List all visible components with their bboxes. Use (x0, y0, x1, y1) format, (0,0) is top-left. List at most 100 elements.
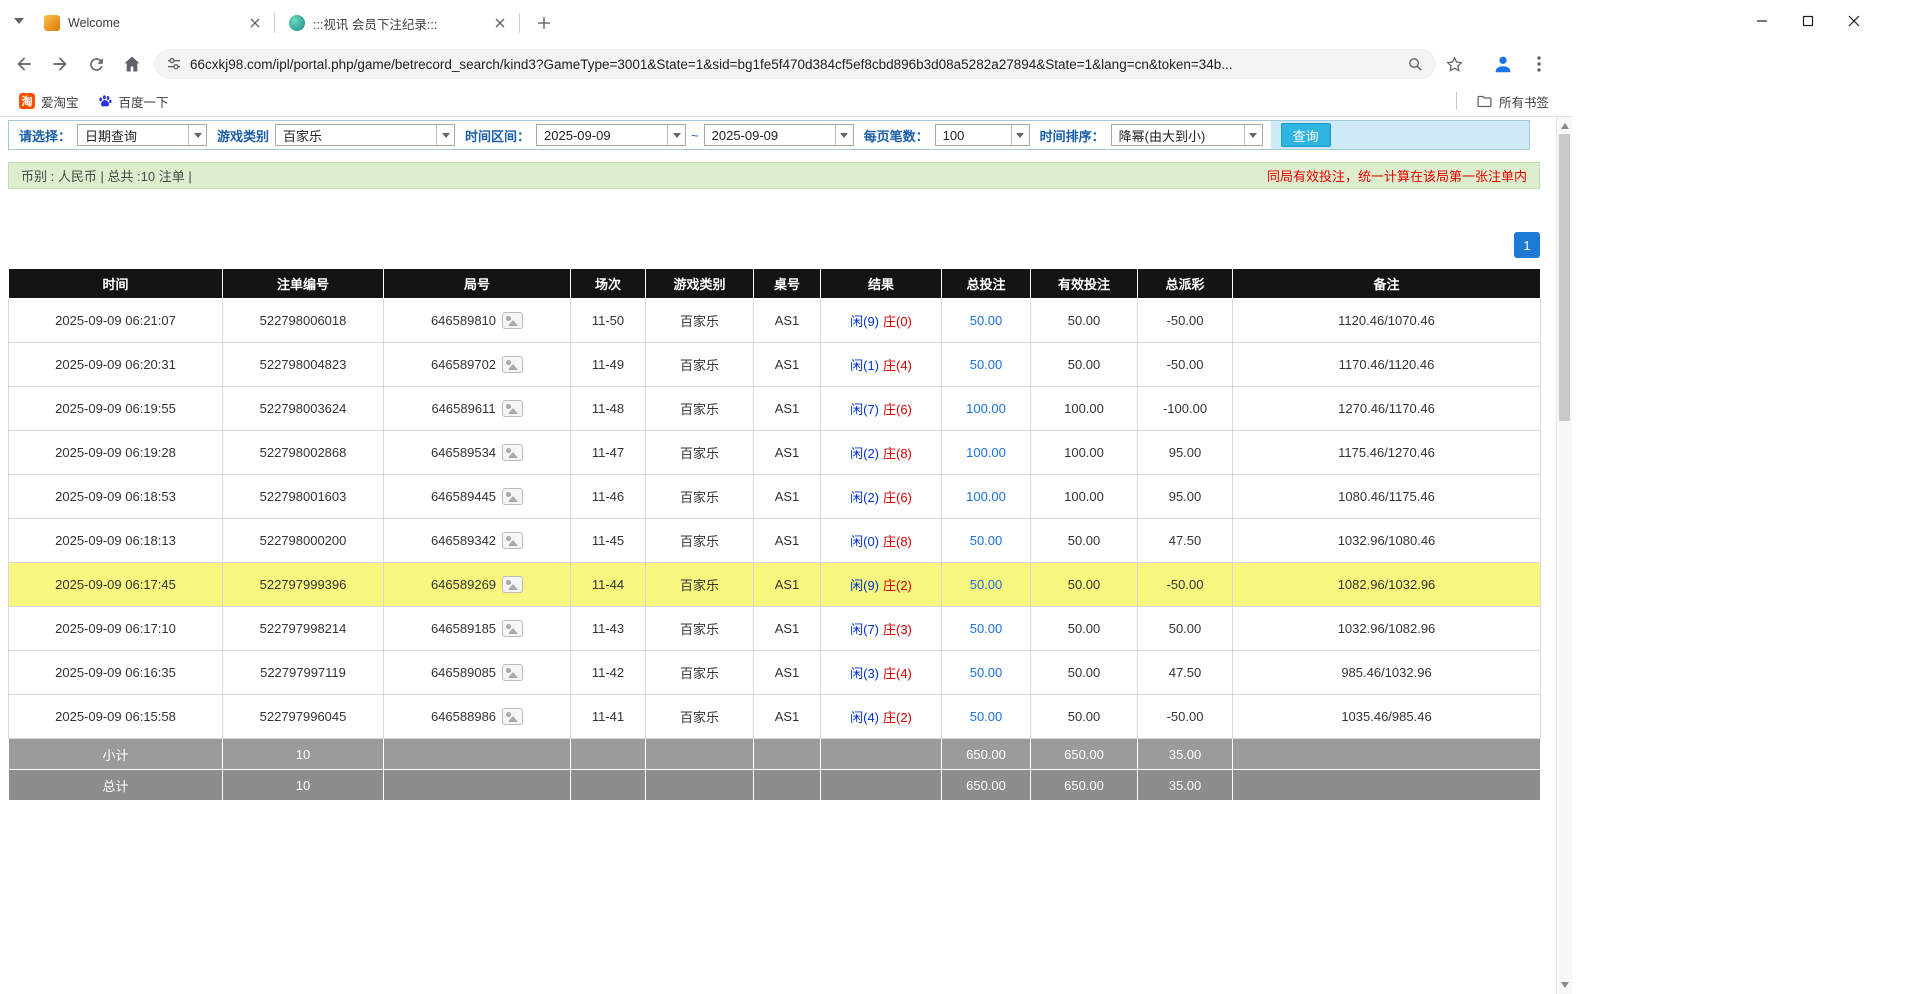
empty-cell (1233, 770, 1541, 801)
cell-payout: -50.00 (1138, 695, 1233, 739)
sort-order-select[interactable]: 降幂(由大到小) (1111, 124, 1263, 146)
refresh-button[interactable] (79, 47, 113, 81)
cell-time: 2025-09-09 06:16:35 (9, 651, 223, 695)
cell-round: 646589185 (384, 607, 571, 651)
cell-bet-no: 522798003624 (223, 387, 384, 431)
sort-order-value: 降幂(由大到小) (1112, 126, 1244, 145)
vertical-scrollbar[interactable] (1556, 117, 1572, 994)
empty-cell (754, 770, 821, 801)
cell-result: 闲(4)庄(2) (821, 695, 942, 739)
scroll-up-icon[interactable] (1557, 118, 1572, 134)
cell-game: 百家乐 (646, 651, 754, 695)
browser-menu-button[interactable] (1522, 47, 1556, 81)
bookmark-baidu[interactable]: 百度一下 (90, 89, 176, 113)
tab-close-icon[interactable] (246, 14, 264, 32)
total-bet-link[interactable]: 50.00 (970, 621, 1003, 636)
zoom-icon[interactable] (1407, 56, 1424, 73)
player-result: 闲(0) (850, 534, 879, 549)
url-text[interactable]: 66cxkj98.com/ipl/portal.php/game/betreco… (190, 57, 1407, 72)
tab-close-icon[interactable] (491, 14, 509, 32)
cell-valid-bet: 50.00 (1031, 299, 1138, 343)
close-window-button[interactable] (1831, 0, 1877, 42)
game-result-icon[interactable] (502, 664, 523, 681)
cell-remark: 1032.96/1080.46 (1233, 519, 1541, 563)
maximize-button[interactable] (1785, 0, 1831, 42)
cell-game: 百家乐 (646, 431, 754, 475)
col-header-game-type: 游戏类别 (646, 269, 754, 299)
total-bet-link[interactable]: 100.00 (966, 401, 1006, 416)
total-bet-link[interactable]: 50.00 (970, 577, 1003, 592)
bet-record-row: 2025-09-09 06:18:13 522798000200 6465893… (9, 519, 1541, 563)
game-result-icon[interactable] (502, 488, 523, 505)
total-bet-link[interactable]: 100.00 (966, 489, 1006, 504)
browser-tab-welcome[interactable]: Welcome (32, 6, 272, 40)
game-result-icon[interactable] (502, 576, 523, 593)
page-viewport: 请选择： 日期查询 游戏类别 百家乐 时间区间： 2025-09-09 ~ 20 (0, 117, 1572, 994)
total-bet-link[interactable]: 50.00 (970, 313, 1003, 328)
page-1-button[interactable]: 1 (1514, 232, 1540, 258)
all-bookmarks-label: 所有书签 (1499, 92, 1549, 111)
total-bet-link[interactable]: 50.00 (970, 665, 1003, 680)
total-bet-link[interactable]: 50.00 (970, 709, 1003, 724)
game-result-icon[interactable] (502, 400, 523, 417)
dropdown-arrow-icon[interactable] (436, 125, 454, 145)
dropdown-arrow-icon[interactable] (188, 125, 206, 145)
new-tab-button[interactable] (530, 9, 558, 37)
scroll-down-icon[interactable] (1557, 977, 1572, 993)
date-type-select[interactable]: 日期查询 (77, 124, 207, 146)
browser-tab-betrecord[interactable]: :::视讯 会员下注纪录::: (277, 6, 517, 40)
search-button[interactable]: 查询 (1281, 123, 1331, 147)
game-result-icon[interactable] (502, 620, 523, 637)
dropdown-arrow-icon[interactable] (1011, 125, 1029, 145)
site-settings-icon[interactable] (166, 56, 182, 72)
cell-payout: -50.00 (1138, 343, 1233, 387)
total-bet-link[interactable]: 100.00 (966, 445, 1006, 460)
player-result: 闲(1) (850, 358, 879, 373)
dropdown-arrow-icon[interactable] (667, 125, 685, 145)
total-bet-link[interactable]: 50.00 (970, 533, 1003, 548)
round-number: 646588986 (431, 709, 496, 724)
table-footer: 小计 10 650.00 650.00 35.00 总计 (9, 739, 1541, 801)
cell-session: 11-44 (571, 563, 646, 607)
address-bar[interactable]: 66cxkj98.com/ipl/portal.php/game/betreco… (154, 49, 1436, 79)
total-bet-link[interactable]: 50.00 (970, 357, 1003, 372)
date-to-select[interactable]: 2025-09-09 (704, 124, 854, 146)
cell-bet-no: 522797998214 (223, 607, 384, 651)
game-result-icon[interactable] (502, 708, 523, 725)
tab-title: Welcome (68, 16, 240, 30)
all-bookmarks-button[interactable]: 所有书签 (1469, 89, 1556, 113)
date-from-select[interactable]: 2025-09-09 (536, 124, 686, 146)
bookmarks-divider (1456, 92, 1457, 110)
cell-table: AS1 (754, 343, 821, 387)
cell-result: 闲(7)庄(3) (821, 607, 942, 651)
round-number: 646589611 (431, 401, 495, 416)
scrollbar-thumb[interactable] (1559, 134, 1570, 421)
game-result-icon[interactable] (502, 444, 523, 461)
cell-total-bet: 50.00 (942, 563, 1031, 607)
cell-total-bet: 50.00 (942, 607, 1031, 651)
cell-time: 2025-09-09 06:18:13 (9, 519, 223, 563)
tab-search-chevron-icon[interactable] (6, 8, 32, 34)
banker-result: 庄(8) (883, 534, 912, 549)
game-type-select[interactable]: 百家乐 (275, 124, 455, 146)
game-result-icon[interactable] (502, 356, 523, 373)
grand-total-count: 10 (223, 770, 384, 801)
dropdown-arrow-icon[interactable] (1244, 125, 1262, 145)
col-header-table: 桌号 (754, 269, 821, 299)
game-result-icon[interactable] (502, 312, 523, 329)
bookmark-aitaobao[interactable]: 淘 爱淘宝 (12, 89, 86, 113)
profile-button[interactable] (1486, 47, 1520, 81)
game-result-icon[interactable] (502, 532, 523, 549)
cell-round: 646589269 (384, 563, 571, 607)
bookmark-star-button[interactable] (1437, 47, 1471, 81)
window-controls (1739, 0, 1877, 42)
round-number: 646589185 (431, 621, 496, 636)
home-button[interactable] (115, 47, 149, 81)
back-button[interactable] (7, 47, 41, 81)
page-size-select[interactable]: 100 (935, 124, 1030, 146)
cell-time: 2025-09-09 06:19:28 (9, 431, 223, 475)
dropdown-arrow-icon[interactable] (835, 125, 853, 145)
cell-round: 646589342 (384, 519, 571, 563)
minimize-button[interactable] (1739, 0, 1785, 42)
forward-button[interactable] (43, 47, 77, 81)
